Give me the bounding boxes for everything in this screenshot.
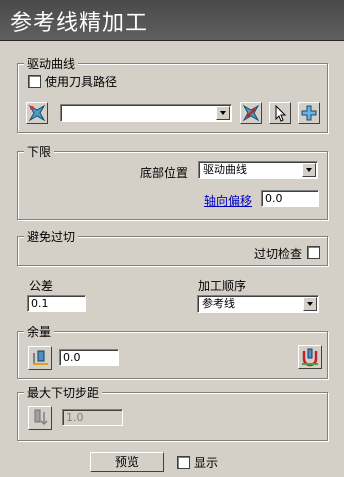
drive-curve-group: 驱动曲线 使用刀具路径 (17, 55, 328, 133)
use-tool-path-label: 使用刀具路径 (45, 75, 118, 89)
window-title: 参考线精加工 (10, 11, 149, 36)
axial-offset-input[interactable] (261, 190, 319, 207)
select-cursor-button[interactable] (269, 102, 291, 124)
max-stepdown-input (62, 409, 123, 426)
add-curve-button[interactable] (298, 102, 320, 124)
tolerance-label: 公差 (29, 279, 54, 293)
drive-curve-legend: 驱动曲线 (24, 55, 79, 72)
lower-limit-legend: 下限 (24, 143, 55, 160)
tolerance-input[interactable] (27, 295, 86, 312)
plus-icon (301, 105, 317, 121)
display-label: 显示 (194, 456, 219, 470)
pick-curve-button[interactable] (26, 102, 48, 124)
component-allowance-button[interactable] (298, 345, 322, 369)
max-stepdown-button (28, 406, 52, 430)
axial-offset-link[interactable]: 轴向偏移 (204, 192, 252, 209)
machining-order-label: 加工顺序 (198, 279, 247, 293)
curve-edit-icon (242, 104, 260, 122)
curve-select[interactable] (60, 104, 232, 122)
bottom-position-select[interactable]: 驱动曲线 (198, 161, 318, 179)
preview-button[interactable]: 预览 (90, 452, 164, 472)
bottom-position-value: 驱动曲线 (203, 163, 247, 176)
gouge-check-checkbox[interactable] (307, 246, 320, 259)
machining-order-value: 参考线 (202, 297, 235, 310)
edit-curve-button[interactable] (240, 102, 262, 124)
max-stepdown-legend: 最大下切步距 (24, 384, 103, 401)
title-bar: 参考线精加工 (0, 0, 344, 41)
machining-order-select[interactable]: 参考线 (197, 295, 319, 313)
allowance-group: 余量 (17, 323, 328, 379)
max-stepdown-group: 最大下切步距 (17, 384, 328, 441)
bottom-position-label: 底部位置 (140, 166, 189, 180)
stepdown-icon (34, 409, 48, 426)
cursor-icon (275, 104, 287, 122)
lower-limit-group: 下限 底部位置 驱动曲线 轴向偏移 (17, 143, 328, 220)
curve-star-icon (28, 104, 46, 122)
gouge-check-label: 过切检查 (254, 247, 303, 261)
tool-allowance-icon (33, 350, 48, 365)
allowance-input[interactable] (59, 349, 119, 366)
chevron-down-icon[interactable] (303, 297, 317, 311)
avoid-gouge-legend: 避免过切 (24, 228, 79, 245)
allowance-settings-button[interactable] (28, 346, 52, 370)
avoid-gouge-group: 避免过切 过切检查 (17, 228, 328, 266)
chevron-down-icon[interactable] (216, 106, 230, 120)
use-tool-path-checkbox[interactable] (28, 75, 41, 88)
display-checkbox[interactable] (177, 456, 190, 469)
allowance-legend: 余量 (24, 323, 55, 340)
component-allowance-icon (302, 348, 318, 367)
chevron-down-icon[interactable] (302, 163, 316, 177)
